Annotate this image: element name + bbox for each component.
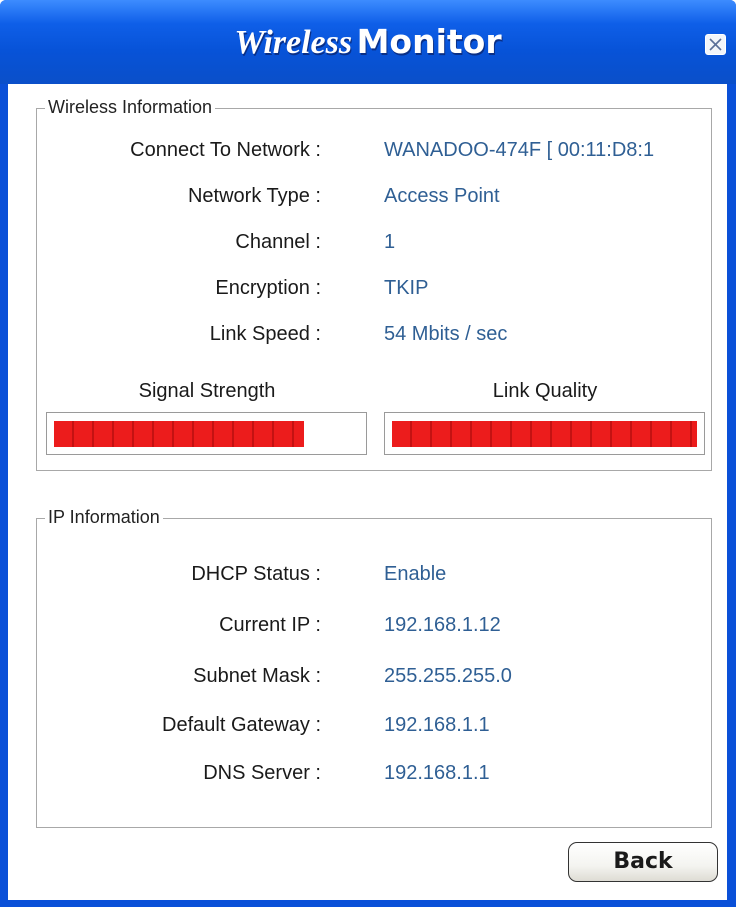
title-bar[interactable]: Wireless Monitor	[0, 0, 736, 84]
subnet-mask-label: Subnet Mask :	[193, 665, 321, 687]
window-title-styled: Wireless	[234, 24, 353, 61]
close-button[interactable]	[705, 34, 726, 55]
dns-server-value: 192.168.1.1	[384, 762, 490, 784]
channel-label: Channel :	[235, 231, 321, 253]
signal-strength-label: Signal Strength	[138, 380, 276, 402]
link-quality-meter	[384, 412, 705, 455]
link-speed-label: Link Speed :	[209, 323, 321, 345]
connect-to-network-value: WANADOO-474F [ 00:11:D8:1	[384, 139, 655, 161]
link-quality-label: Link Quality	[492, 380, 598, 402]
back-button[interactable]: Back	[568, 842, 718, 882]
wireless-monitor-window: Wireless Monitor Wireless Information Co…	[0, 0, 736, 907]
ip-information-group: IP Information DHCP Status : Enable Curr…	[36, 507, 712, 828]
current-ip-label: Current IP :	[219, 614, 321, 636]
dhcp-status-value: Enable	[384, 563, 447, 585]
wireless-information-group: Wireless Information Connect To Network …	[36, 97, 712, 471]
ip-information-legend: IP Information	[45, 507, 163, 528]
dns-server-label: DNS Server :	[203, 762, 321, 784]
signal-strength-meter	[46, 412, 367, 455]
window-title-bold: Monitor	[356, 22, 502, 61]
wireless-information-legend: Wireless Information	[45, 97, 216, 118]
link-speed-value: 54 Mbits / sec	[384, 323, 508, 345]
signal-strength-bar	[54, 421, 304, 447]
default-gateway-label: Default Gateway :	[162, 714, 321, 736]
subnet-mask-value: 255.255.255.0	[384, 665, 512, 687]
default-gateway-value: 192.168.1.1	[384, 714, 490, 736]
connect-to-network-label: Connect To Network :	[130, 139, 321, 161]
channel-value: 1	[384, 231, 396, 253]
link-quality-bar	[392, 421, 697, 447]
encryption-value: TKIP	[384, 277, 429, 299]
dialog-body: Wireless Information Connect To Network …	[8, 84, 727, 900]
network-type-value: Access Point	[384, 185, 500, 207]
window-title: Wireless Monitor	[0, 22, 736, 62]
current-ip-value: 192.168.1.12	[384, 614, 501, 636]
encryption-label: Encryption :	[215, 277, 321, 299]
network-type-label: Network Type :	[187, 185, 321, 207]
dhcp-status-label: DHCP Status :	[191, 563, 321, 585]
close-icon	[709, 38, 722, 51]
